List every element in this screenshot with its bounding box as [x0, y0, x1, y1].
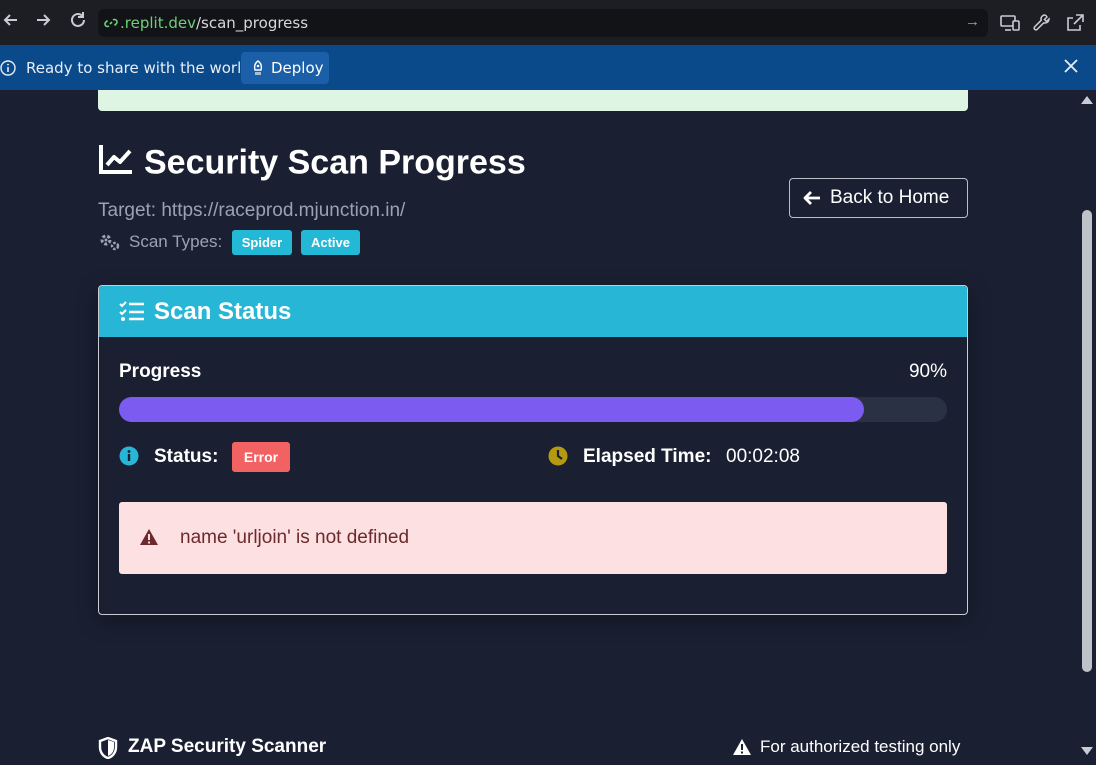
info-icon [0, 60, 16, 81]
browser-toolbar: .replit.dev/scan_progress → [0, 0, 1096, 46]
deploy-label: Deploy [271, 59, 324, 77]
deploy-banner: Ready to share with the world? Deploy [0, 45, 1096, 90]
go-arrow-icon[interactable]: → [965, 13, 980, 30]
banner-message: Ready to share with the world? [26, 59, 259, 77]
info-circle-icon [119, 446, 139, 471]
success-alert-remnant [98, 90, 968, 111]
scan-status-header: Scan Status [99, 286, 967, 337]
reload-icon[interactable] [67, 10, 89, 32]
open-external-icon[interactable] [1065, 13, 1085, 33]
shield-icon [98, 736, 118, 765]
deploy-button[interactable]: Deploy [241, 52, 329, 84]
status-row: Status: Error Elapsed Time: 00:02:08 [119, 442, 947, 472]
status-badge: Error [232, 442, 290, 472]
page-title-text: Security Scan Progress [144, 143, 526, 182]
footer-brand-text: ZAP Security Scanner [128, 736, 327, 757]
error-alert: name 'urljoin' is not defined [119, 502, 947, 574]
progress-label: Progress [119, 361, 202, 382]
wrench-icon[interactable] [1032, 13, 1052, 33]
scroll-down-arrow-icon[interactable] [1081, 747, 1093, 755]
scroll-up-arrow-icon[interactable] [1081, 96, 1093, 104]
arrow-left-icon [802, 190, 822, 212]
url-path: /scan_progress [195, 14, 309, 32]
close-icon[interactable] [1064, 59, 1080, 75]
address-bar[interactable]: .replit.dev/scan_progress → [98, 9, 988, 37]
tasks-list-icon [119, 300, 145, 327]
progress-bar-fill [119, 397, 865, 422]
scan-status-title: Scan Status [154, 298, 292, 325]
link-icon [104, 16, 118, 35]
progress-percent: 90% [908, 361, 947, 382]
scan-types-label: Scan Types: [129, 232, 223, 251]
scan-status-card: Scan Status Progress 90% Status: Error E… [98, 285, 968, 615]
page-title: Security Scan Progress [98, 142, 526, 184]
cogs-icon [98, 232, 122, 257]
scroll-thumb[interactable] [1082, 210, 1092, 672]
back-arrow-icon[interactable] [0, 10, 22, 32]
scan-target: Target: https://raceprod.mjunction.in/ [98, 200, 406, 221]
footer-notice-text: For authorized testing only [760, 737, 961, 756]
rocket-icon [251, 60, 265, 80]
url-host: .replit.dev [120, 14, 196, 32]
scan-type-badge: Active [301, 230, 360, 255]
status-label: Status: [154, 446, 219, 467]
progress-bar [119, 397, 947, 422]
url-text: .replit.dev/scan_progress [120, 14, 308, 32]
footer-notice: For authorized testing only [732, 737, 968, 759]
devices-icon[interactable] [1000, 13, 1020, 33]
scan-type-badge: Spider [232, 230, 292, 255]
back-to-home-button[interactable]: Back to Home [789, 178, 968, 218]
back-to-home-label: Back to Home [830, 187, 950, 208]
error-message: name 'urljoin' is not defined [180, 527, 410, 548]
elapsed-time-value: 00:02:08 [726, 446, 800, 467]
page-scrollbar[interactable] [1078, 90, 1096, 765]
clock-icon [548, 446, 568, 471]
chart-line-icon [98, 143, 134, 184]
warning-triangle-icon [139, 528, 159, 551]
forward-arrow-icon[interactable] [32, 10, 54, 32]
elapsed-time-label: Elapsed Time: [583, 446, 712, 467]
warning-triangle-icon [732, 738, 752, 761]
